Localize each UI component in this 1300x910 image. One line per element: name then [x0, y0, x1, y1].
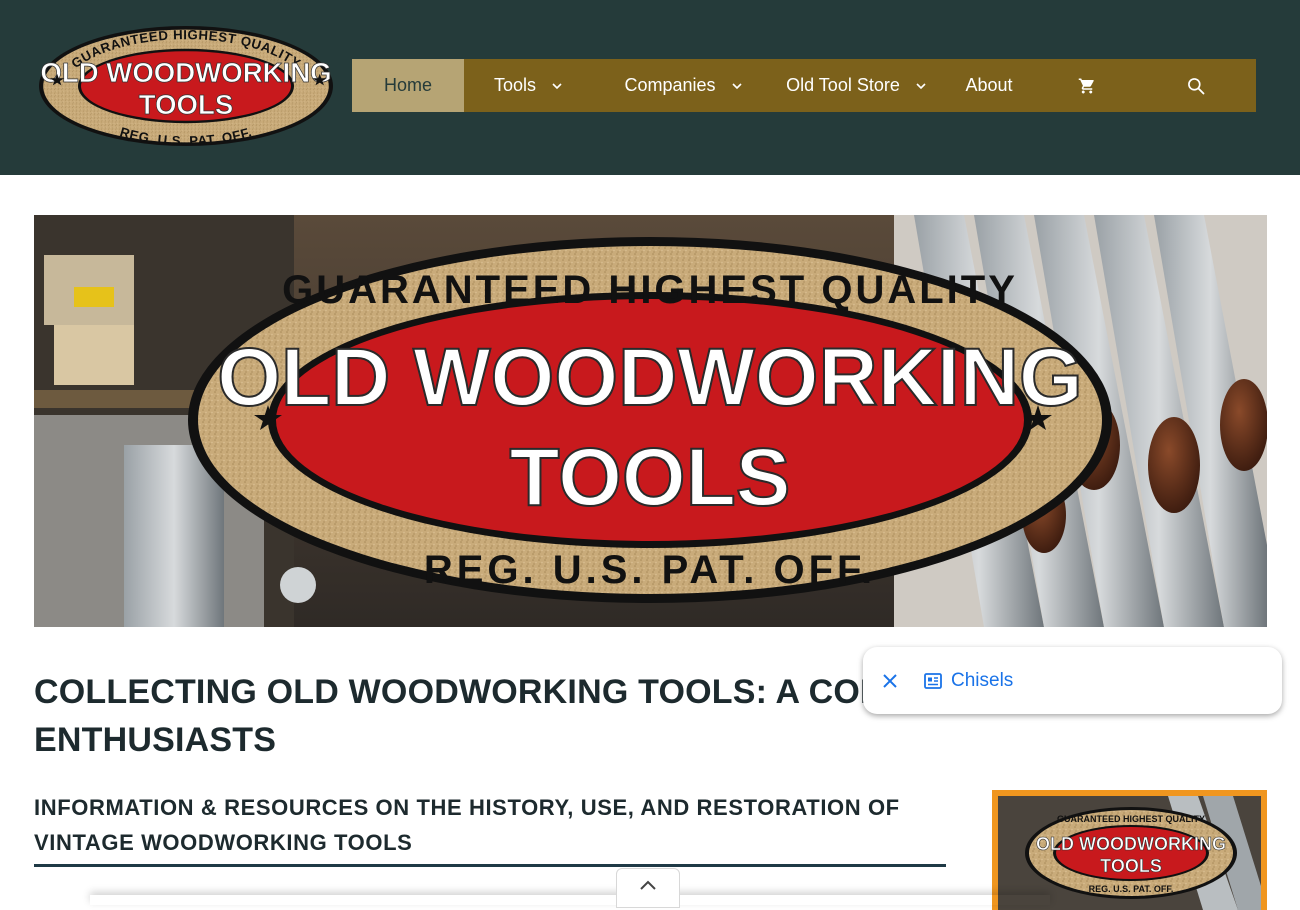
cart-button[interactable] — [1038, 59, 1136, 112]
popup-close-button[interactable] — [879, 670, 901, 692]
page-title-line-2: ENTHUSIASTS — [34, 721, 277, 759]
related-link-popup: Chisels — [863, 647, 1282, 714]
hero-line-1: OLD WOODWORKING — [217, 332, 1082, 423]
page-subtitle-line-2: VINTAGE WOODWORKING TOOLS — [34, 830, 413, 855]
popup-link-chisels[interactable]: Chisels — [923, 670, 1013, 692]
nav-tools[interactable]: Tools — [464, 59, 594, 112]
nav-home[interactable]: Home — [352, 59, 464, 112]
scroll-to-top-button[interactable] — [616, 868, 680, 908]
nav-about[interactable]: About — [940, 59, 1038, 112]
logo-line-2: TOOLS — [139, 89, 234, 120]
chevron-down-icon — [552, 82, 562, 89]
logo-line-1: OLD WOODWORKING — [40, 57, 331, 88]
bottom-bar-shadow — [90, 895, 1050, 905]
main-navigation: Home Tools Companies Old Tool Store Abou… — [352, 59, 1256, 112]
nav-old-tool-store[interactable]: Old Tool Store — [774, 59, 940, 112]
chevron-down-icon — [731, 82, 742, 89]
page-subtitle: INFORMATION & RESOURCES ON THE HISTORY, … — [34, 790, 946, 867]
thumb-arc-top: GUARANTEED HIGHEST QUALITY — [1057, 814, 1205, 824]
nav-companies-label: Companies — [624, 75, 716, 95]
page-subtitle-line-1: INFORMATION & RESOURCES ON THE HISTORY, … — [34, 795, 900, 820]
popup-link-label: Chisels — [951, 669, 1014, 691]
nav-home-label: Home — [383, 75, 432, 95]
thumbnail-image: GUARANTEED HIGHEST QUALITY OLD WOODWORKI… — [998, 796, 1261, 910]
article-icon — [924, 672, 942, 689]
thumb-arc-bottom: REG. U.S. PAT. OFF. — [1089, 884, 1174, 894]
nav-store-label: Old Tool Store — [786, 75, 900, 95]
nav-companies[interactable]: Companies — [594, 59, 774, 112]
hero-arc-top: GUARANTEED HIGHEST QUALITY — [282, 268, 1018, 312]
nav-tools-label: Tools — [493, 75, 537, 95]
close-icon — [883, 673, 897, 688]
site-logo[interactable]: GUARANTEED HIGHEST QUALITY OLD WOODWORKI… — [36, 24, 336, 148]
chevron-up-icon — [640, 880, 656, 890]
page-title: COLLECTING OLD WOODWORKING TOOLS: A COMP… — [34, 668, 934, 764]
site-header: GUARANTEED HIGHEST QUALITY OLD WOODWORKI… — [0, 0, 1300, 175]
chevron-down-icon — [916, 82, 926, 89]
hero-arc-bottom: REG. U.S. PAT. OFF. — [424, 548, 876, 592]
search-icon — [1188, 77, 1205, 94]
nav-about-label: About — [965, 75, 1013, 95]
thumb-line-2: TOOLS — [1100, 856, 1162, 876]
sidebar-thumbnail[interactable]: GUARANTEED HIGHEST QUALITY OLD WOODWORKI… — [992, 790, 1267, 910]
thumb-line-1: OLD WOODWORKING — [1036, 834, 1226, 854]
hero-line-2: TOOLS — [510, 432, 791, 523]
page-title-line-1: COLLECTING OLD WOODWORKING TOOLS: A COMP… — [34, 673, 933, 711]
hero-banner-image: GUARANTEED HIGHEST QUALITY OLD WOODWORKI… — [34, 215, 1267, 627]
cart-icon — [1078, 78, 1094, 93]
search-button[interactable] — [1136, 59, 1256, 112]
